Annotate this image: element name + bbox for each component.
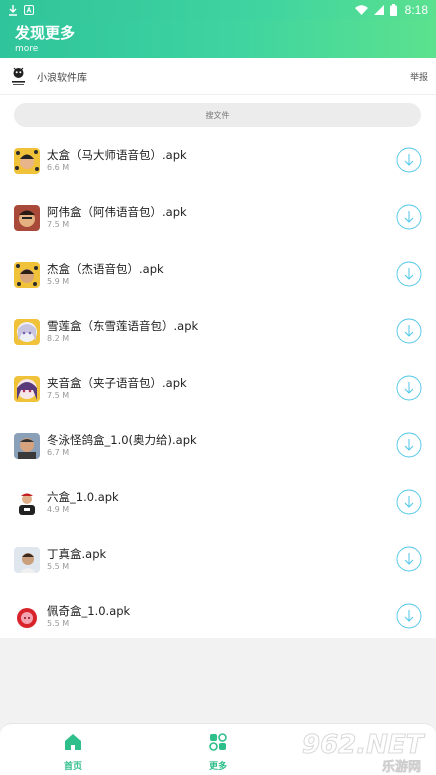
- source-logo-icon[interactable]: [10, 66, 27, 86]
- file-name: 六盒_1.0.apk: [47, 490, 119, 504]
- file-name: 杰盒（杰语音包）.apk: [47, 262, 164, 276]
- file-size: 5.9 M: [47, 277, 70, 286]
- file-name: 佩奇盒_1.0.apk: [47, 604, 131, 618]
- watermark-logo: 962.NET 乐游网: [302, 730, 427, 775]
- wifi-icon: [354, 5, 368, 15]
- search-input[interactable]: 搜文件: [14, 103, 421, 127]
- avatar-icon: [14, 262, 40, 288]
- file-size: 5.5 M: [47, 619, 70, 628]
- download-icon[interactable]: [396, 489, 422, 515]
- report-link[interactable]: 举报: [410, 70, 428, 83]
- avatar-icon: [14, 148, 40, 174]
- list-item[interactable]: 阿伟盒（阿伟语音包）.apk 7.5 M: [0, 195, 436, 252]
- list-item[interactable]: 六盒_1.0.apk 4.9 M: [0, 480, 436, 537]
- download-icon[interactable]: [396, 261, 422, 287]
- download-icon[interactable]: [396, 546, 422, 572]
- file-size: 6.6 M: [47, 163, 70, 172]
- download-icon[interactable]: [396, 318, 422, 344]
- file-size: 4.9 M: [47, 505, 70, 514]
- discover-icon: [209, 733, 227, 751]
- file-size: 6.7 M: [47, 448, 70, 457]
- list-item[interactable]: 佩奇盒_1.0.apk 5.5 M: [0, 594, 436, 651]
- avatar-icon: [14, 319, 40, 345]
- nav-more[interactable]: 更多: [188, 732, 248, 772]
- source-row: 小浪软件库 举报: [0, 58, 436, 95]
- status-bar: 8:18: [0, 0, 436, 20]
- signal-icon: [373, 5, 384, 15]
- download-icon[interactable]: [396, 603, 422, 629]
- file-name: 夹音盒（夹子语音包）.apk: [47, 376, 187, 390]
- nav-home-label: 首页: [63, 762, 82, 772]
- nav-more-label: 更多: [208, 762, 227, 772]
- home-icon: [65, 734, 81, 750]
- list-item[interactable]: 杰盒（杰语音包）.apk 5.9 M: [0, 252, 436, 309]
- file-name: 雪莲盒（东雪莲语音包）.apk: [47, 319, 199, 333]
- file-name: 太盒（马大师语音包）.apk: [47, 148, 187, 162]
- download-status-icon: [9, 4, 17, 16]
- battery-icon: [389, 4, 397, 16]
- list-item[interactable]: 雪莲盒（东雪莲语音包）.apk 8.2 M: [0, 309, 436, 366]
- list-item[interactable]: 太盒（马大师语音包）.apk 6.6 M: [0, 138, 436, 195]
- page-header: 发现更多 more: [0, 20, 436, 58]
- avatar-icon: [14, 490, 40, 516]
- file-size: 8.2 M: [47, 334, 70, 343]
- avatar-icon: [14, 433, 40, 459]
- list-item[interactable]: 丁真盒.apk 5.5 M: [0, 537, 436, 594]
- download-icon[interactable]: [396, 147, 422, 173]
- download-icon[interactable]: [396, 204, 422, 230]
- page-subtitle: more: [15, 44, 39, 54]
- notification-a-icon: [24, 5, 34, 15]
- page-title: 发现更多: [15, 24, 76, 42]
- download-icon[interactable]: [396, 432, 422, 458]
- file-size: 7.5 M: [47, 391, 70, 400]
- file-size: 5.5 M: [47, 562, 70, 571]
- source-name[interactable]: 小浪软件库: [37, 69, 410, 84]
- file-size: 7.5 M: [47, 220, 70, 229]
- avatar-icon: [14, 604, 40, 630]
- avatar-icon: [14, 205, 40, 231]
- download-icon[interactable]: [396, 375, 422, 401]
- list-item[interactable]: 夹音盒（夹子语音包）.apk 7.5 M: [0, 366, 436, 423]
- list-item[interactable]: 冬泳怪鸽盒_1.0(奥力给).apk 6.7 M: [0, 423, 436, 480]
- watermark-site: 乐游网: [382, 759, 421, 775]
- watermark-brand: 962.NET: [302, 730, 426, 760]
- file-name: 冬泳怪鸽盒_1.0(奥力给).apk: [47, 433, 197, 447]
- nav-home[interactable]: 首页: [43, 732, 103, 772]
- clock: 8:18: [404, 3, 428, 17]
- file-list: 太盒（马大师语音包）.apk 6.6 M 阿伟盒（阿伟语音包）.apk 7.5 …: [0, 138, 436, 638]
- avatar-icon: [14, 376, 40, 402]
- file-name: 阿伟盒（阿伟语音包）.apk: [47, 205, 187, 219]
- search-area: 搜文件: [0, 95, 436, 138]
- file-name: 丁真盒.apk: [47, 547, 107, 561]
- avatar-icon: [14, 547, 40, 573]
